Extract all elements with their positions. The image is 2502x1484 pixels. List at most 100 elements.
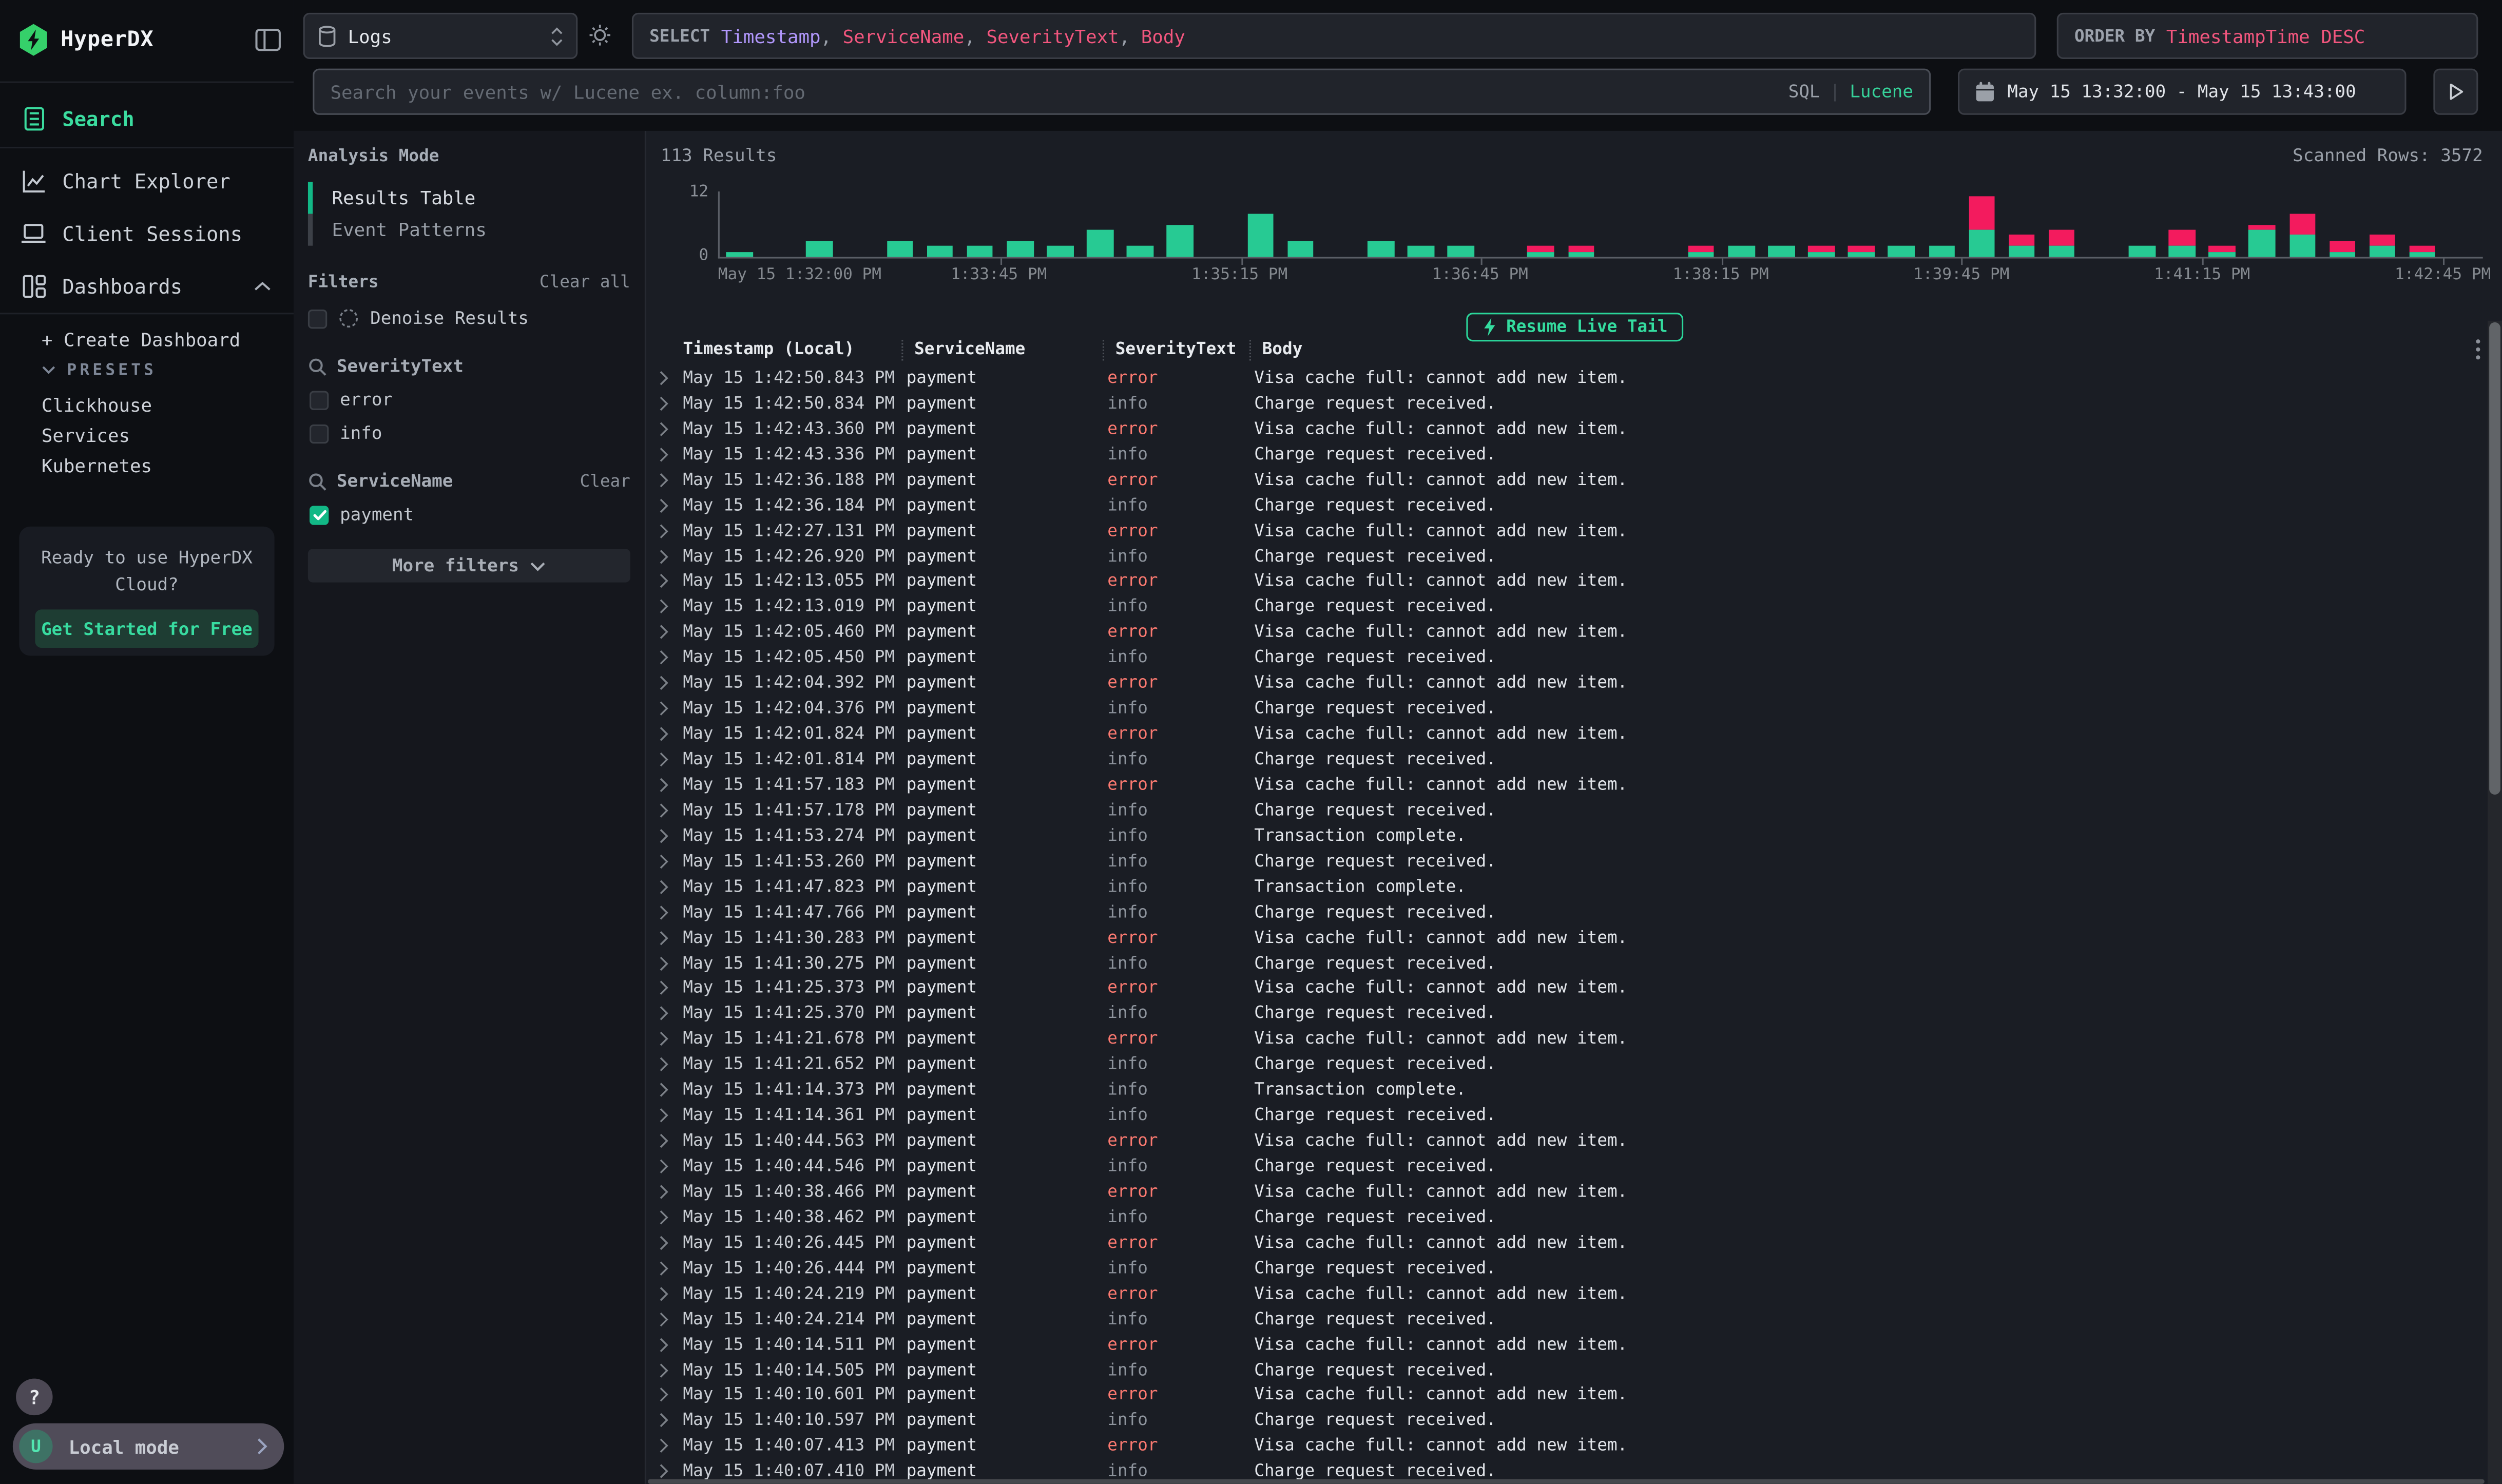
table-row[interactable]: May 15 1:40:14.511 PMpaymenterrorVisa ca… bbox=[656, 1332, 2461, 1357]
row-expand-chevron-icon[interactable] bbox=[656, 1413, 679, 1429]
table-row[interactable]: May 15 1:40:10.597 PMpaymentinfoCharge r… bbox=[656, 1408, 2461, 1434]
table-row[interactable]: May 15 1:42:01.824 PMpaymenterrorVisa ca… bbox=[656, 721, 2461, 747]
row-expand-chevron-icon[interactable] bbox=[656, 497, 679, 513]
row-expand-chevron-icon[interactable] bbox=[656, 1006, 679, 1022]
table-row[interactable]: May 15 1:41:53.260 PMpaymentinfoCharge r… bbox=[656, 849, 2461, 874]
table-row[interactable]: May 15 1:42:43.360 PMpaymenterrorVisa ca… bbox=[656, 416, 2461, 442]
table-row[interactable]: May 15 1:41:57.178 PMpaymentinfoCharge r… bbox=[656, 798, 2461, 823]
mode-event-patterns[interactable]: Event Patterns bbox=[308, 214, 630, 246]
table-row[interactable]: May 15 1:40:14.505 PMpaymentinfoCharge r… bbox=[656, 1357, 2461, 1383]
row-expand-chevron-icon[interactable] bbox=[656, 1159, 679, 1174]
local-mode-button[interactable]: U Local mode bbox=[13, 1423, 284, 1470]
clear-servicename-button[interactable]: Clear bbox=[580, 472, 630, 491]
vertical-scrollbar-track[interactable] bbox=[2488, 321, 2502, 1484]
row-expand-chevron-icon[interactable] bbox=[656, 1209, 679, 1225]
column-header-body[interactable]: Body bbox=[1249, 339, 2460, 360]
chart-bar[interactable] bbox=[1688, 191, 1714, 257]
sidebar-item-chart-explorer[interactable]: Chart Explorer bbox=[0, 158, 294, 203]
table-row[interactable]: May 15 1:42:43.336 PMpaymentinfoCharge r… bbox=[656, 441, 2461, 467]
chart-bar[interactable] bbox=[1087, 191, 1113, 257]
table-row[interactable]: May 15 1:41:21.652 PMpaymentinfoCharge r… bbox=[656, 1052, 2461, 1077]
row-expand-chevron-icon[interactable] bbox=[656, 650, 679, 666]
table-options-kebab-icon[interactable] bbox=[2475, 338, 2481, 361]
chart-bar[interactable] bbox=[1808, 191, 1835, 257]
table-row[interactable]: May 15 1:41:25.373 PMpaymenterrorVisa ca… bbox=[656, 976, 2461, 1001]
table-row[interactable]: May 15 1:41:47.766 PMpaymentinfoCharge r… bbox=[656, 899, 2461, 925]
row-expand-chevron-icon[interactable] bbox=[656, 1463, 679, 1479]
lucene-mode-toggle[interactable]: Lucene bbox=[1850, 82, 1913, 102]
filter-option-payment[interactable]: payment bbox=[310, 504, 630, 525]
row-expand-chevron-icon[interactable] bbox=[656, 726, 679, 742]
create-dashboard-button[interactable]: + Create Dashboard bbox=[0, 327, 294, 353]
chart-bar[interactable] bbox=[1368, 191, 1394, 257]
table-row[interactable]: May 15 1:40:10.601 PMpaymenterrorVisa ca… bbox=[656, 1382, 2461, 1408]
chart-bar[interactable] bbox=[2129, 191, 2155, 257]
row-expand-chevron-icon[interactable] bbox=[656, 1337, 679, 1353]
table-row[interactable]: May 15 1:42:50.834 PMpaymentinfoCharge r… bbox=[656, 391, 2461, 416]
table-row[interactable]: May 15 1:42:04.392 PMpaymenterrorVisa ca… bbox=[656, 670, 2461, 696]
row-expand-chevron-icon[interactable] bbox=[656, 523, 679, 538]
chart-bar[interactable] bbox=[726, 191, 753, 257]
row-expand-chevron-icon[interactable] bbox=[656, 421, 679, 437]
row-expand-chevron-icon[interactable] bbox=[656, 751, 679, 767]
chart-bar[interactable] bbox=[2169, 191, 2195, 257]
row-expand-chevron-icon[interactable] bbox=[656, 828, 679, 844]
row-expand-chevron-icon[interactable] bbox=[656, 980, 679, 996]
run-query-button[interactable] bbox=[2433, 69, 2478, 115]
preset-item-clickhouse[interactable]: Clickhouse bbox=[0, 393, 294, 418]
filter-option-error[interactable]: error bbox=[310, 389, 630, 410]
error-checkbox[interactable] bbox=[310, 390, 329, 409]
chart-bar[interactable] bbox=[1167, 191, 1194, 257]
table-row[interactable]: May 15 1:40:38.466 PMpaymenterrorVisa ca… bbox=[656, 1179, 2461, 1205]
order-by-input[interactable]: ORDER BY TimestampTime DESC bbox=[2057, 13, 2478, 59]
denoise-results-option[interactable]: Denoise Results bbox=[308, 308, 630, 329]
time-range-picker[interactable]: May 15 13:32:00 - May 15 13:43:00 bbox=[1958, 69, 2406, 115]
preset-item-kubernetes[interactable]: Kubernetes bbox=[0, 453, 294, 479]
presets-section-toggle[interactable]: PRESETS bbox=[0, 359, 294, 381]
sidebar-item-client-sessions[interactable]: Client Sessions bbox=[0, 210, 294, 255]
table-row[interactable]: May 15 1:41:47.823 PMpaymentinfoTransact… bbox=[656, 874, 2461, 900]
table-row[interactable]: May 15 1:40:07.413 PMpaymenterrorVisa ca… bbox=[656, 1434, 2461, 1459]
chart-bar[interactable] bbox=[967, 191, 993, 257]
row-expand-chevron-icon[interactable] bbox=[656, 447, 679, 462]
row-expand-chevron-icon[interactable] bbox=[656, 701, 679, 717]
table-row[interactable]: May 15 1:41:30.275 PMpaymentinfoCharge r… bbox=[656, 950, 2461, 976]
table-row[interactable]: May 15 1:40:44.563 PMpaymenterrorVisa ca… bbox=[656, 1128, 2461, 1154]
table-row[interactable]: May 15 1:42:36.188 PMpaymenterrorVisa ca… bbox=[656, 467, 2461, 493]
chart-bar[interactable] bbox=[1448, 191, 1474, 257]
horizontal-scrollbar-thumb[interactable] bbox=[648, 1479, 2485, 1484]
payment-checkbox[interactable] bbox=[310, 505, 329, 524]
chart-bar[interactable] bbox=[806, 191, 833, 257]
chart-bar[interactable] bbox=[1047, 191, 1073, 257]
chart-bar[interactable] bbox=[927, 191, 953, 257]
clear-all-button[interactable]: Clear all bbox=[540, 273, 630, 292]
column-header-severitytext[interactable]: SeverityText bbox=[1103, 339, 1249, 360]
row-expand-chevron-icon[interactable] bbox=[656, 370, 679, 386]
table-row[interactable]: May 15 1:40:26.444 PMpaymentinfoCharge r… bbox=[656, 1256, 2461, 1281]
chart-bar[interactable] bbox=[2209, 191, 2235, 257]
row-expand-chevron-icon[interactable] bbox=[656, 1031, 679, 1047]
table-row[interactable]: May 15 1:42:26.920 PMpaymentinfoCharge r… bbox=[656, 544, 2461, 569]
chart-bar[interactable] bbox=[1007, 191, 1033, 257]
chart-bar[interactable] bbox=[2289, 191, 2315, 257]
row-expand-chevron-icon[interactable] bbox=[656, 930, 679, 946]
table-row[interactable]: May 15 1:42:13.055 PMpaymenterrorVisa ca… bbox=[656, 569, 2461, 594]
table-row[interactable]: May 15 1:41:21.678 PMpaymenterrorVisa ca… bbox=[656, 1027, 2461, 1052]
sql-mode-toggle[interactable]: SQL bbox=[1788, 82, 1820, 102]
source-select[interactable]: Logs bbox=[303, 13, 578, 59]
row-expand-chevron-icon[interactable] bbox=[656, 548, 679, 564]
chart-bar[interactable] bbox=[1768, 191, 1794, 257]
row-expand-chevron-icon[interactable] bbox=[656, 624, 679, 640]
row-expand-chevron-icon[interactable] bbox=[656, 777, 679, 793]
sidebar-item-search[interactable]: Search bbox=[0, 96, 294, 141]
chart-bar[interactable] bbox=[1247, 191, 1274, 257]
denoise-checkbox[interactable] bbox=[308, 309, 327, 327]
chart-bar[interactable] bbox=[1408, 191, 1434, 257]
chart-bar[interactable] bbox=[2409, 191, 2435, 257]
get-started-button[interactable]: Get Started for Free bbox=[35, 609, 258, 648]
row-expand-chevron-icon[interactable] bbox=[656, 396, 679, 412]
vertical-scrollbar-thumb[interactable] bbox=[2489, 322, 2500, 795]
mode-results-table[interactable]: Results Table bbox=[308, 182, 630, 214]
info-checkbox[interactable] bbox=[310, 423, 329, 442]
chart-bar[interactable] bbox=[887, 191, 913, 257]
